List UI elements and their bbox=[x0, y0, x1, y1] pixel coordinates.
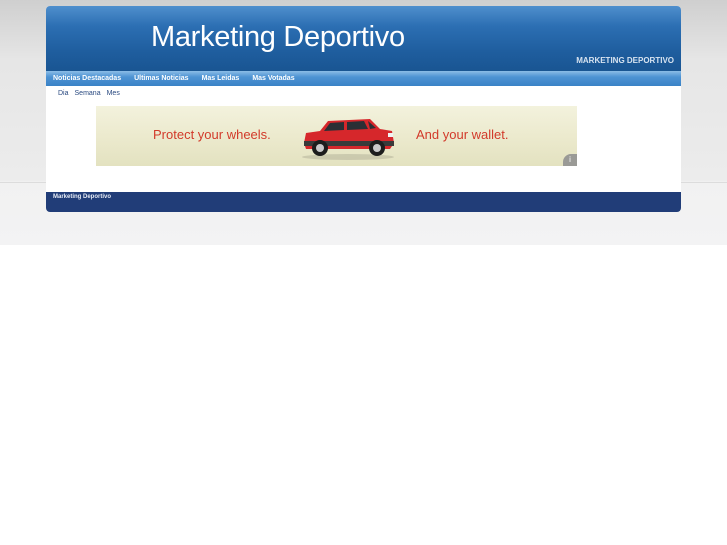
period-tabs: Dia Semana Mes bbox=[58, 90, 126, 97]
nav-item-ultimas-noticias[interactable]: Ultimas Noticias bbox=[134, 75, 188, 82]
ad-text-left: Protect your wheels. bbox=[153, 127, 271, 142]
site-tagline: MARKETING DEPORTIVO bbox=[576, 56, 674, 65]
footer-text: Marketing Deportivo bbox=[53, 194, 112, 200]
tab-dia[interactable]: Dia bbox=[58, 90, 69, 97]
nav-item-noticias-destacadas[interactable]: Noticias Destacadas bbox=[53, 75, 121, 82]
site-container: Marketing Deportivo MARKETING DEPORTIVO … bbox=[46, 6, 681, 212]
ad-banner[interactable]: Protect your wheels. And your wallet. i bbox=[96, 106, 577, 166]
info-icon[interactable]: i bbox=[563, 154, 577, 166]
site-title[interactable]: Marketing Deportivo bbox=[151, 21, 405, 54]
car-icon bbox=[302, 119, 394, 160]
main-content: Dia Semana Mes Protect your wheels. And … bbox=[46, 86, 681, 192]
main-nav: Noticias Destacadas Ultimas Noticias Mas… bbox=[46, 71, 681, 86]
tab-semana[interactable]: Semana bbox=[75, 90, 101, 97]
nav-item-mas-votadas[interactable]: Mas Votadas bbox=[252, 75, 294, 82]
site-header: Marketing Deportivo MARKETING DEPORTIVO bbox=[46, 6, 681, 71]
nav-item-mas-leidas[interactable]: Mas Leidas bbox=[202, 75, 240, 82]
ad-text-right: And your wallet. bbox=[416, 127, 509, 142]
site-footer: Marketing Deportivo bbox=[46, 192, 681, 212]
tab-mes[interactable]: Mes bbox=[107, 90, 120, 97]
